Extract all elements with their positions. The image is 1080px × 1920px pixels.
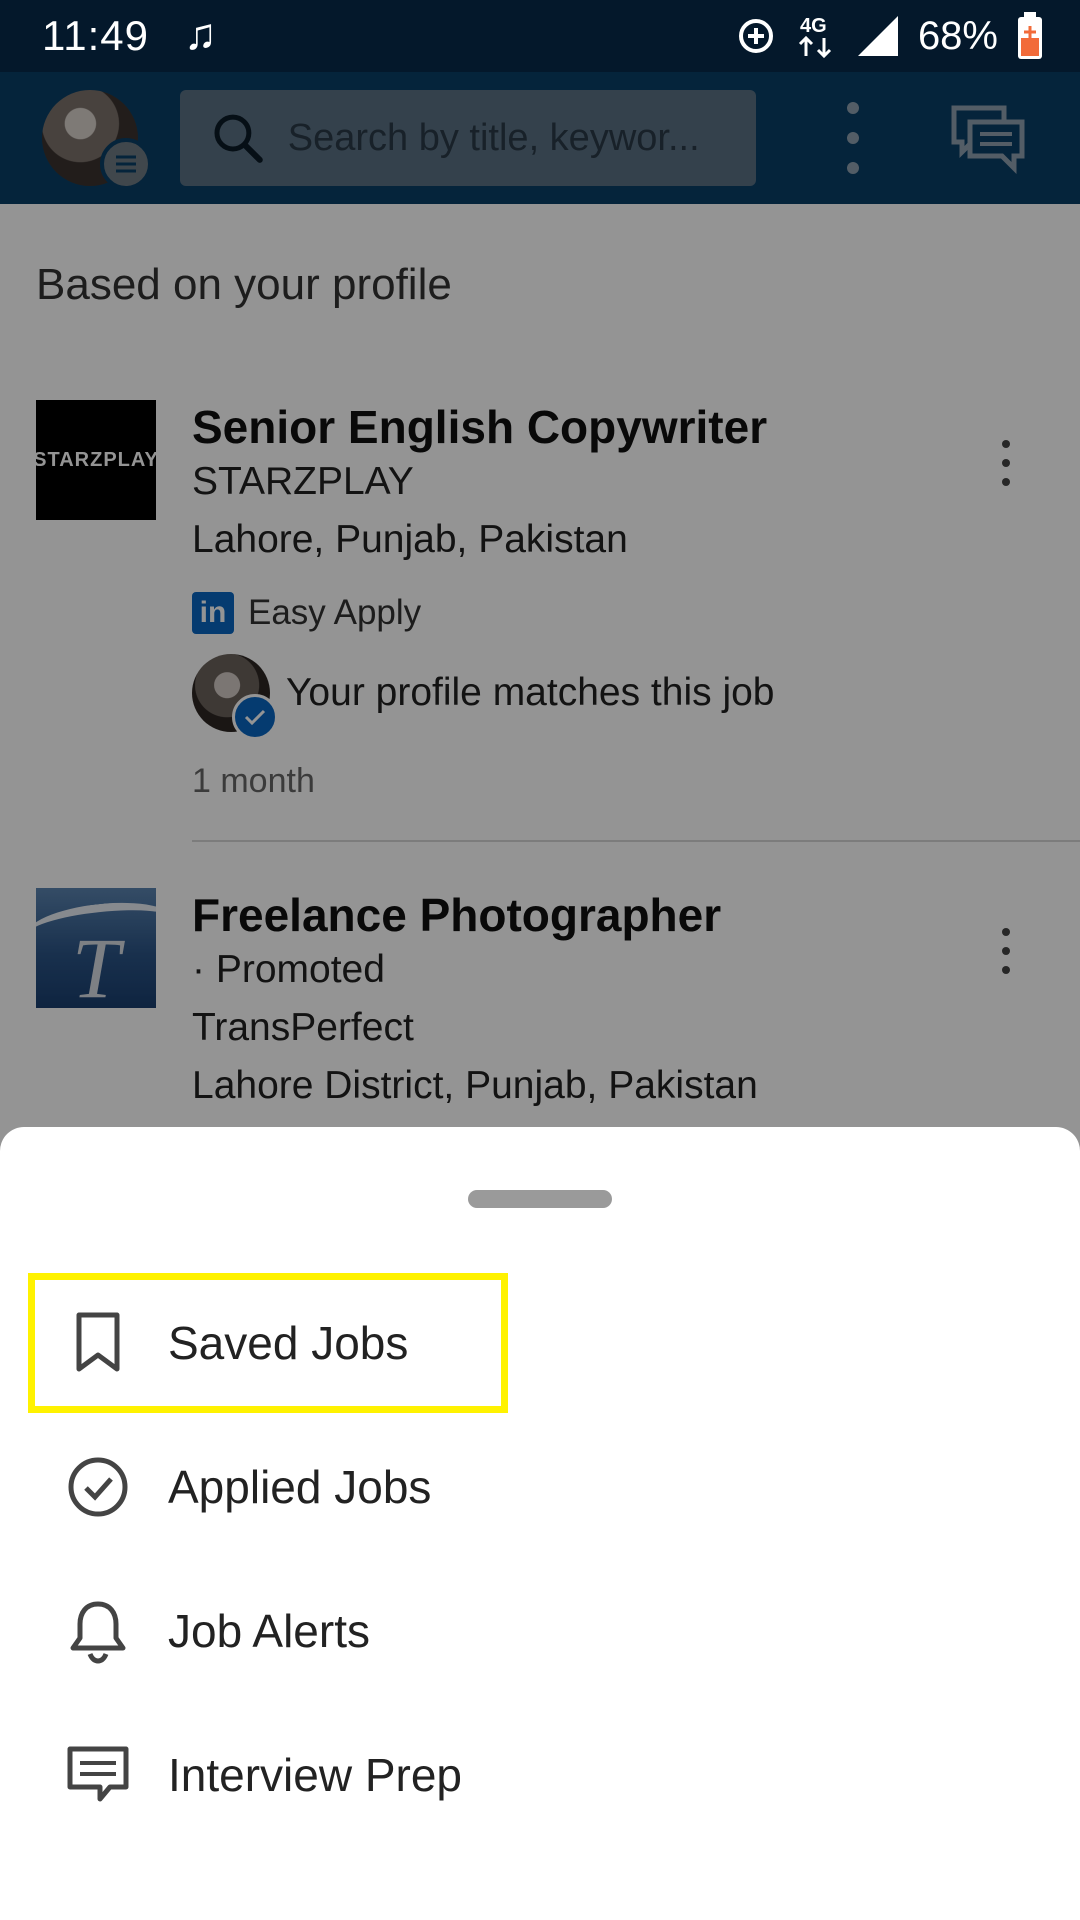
music-note-icon: ♫	[184, 10, 217, 59]
menu-item-saved-jobs[interactable]: Saved Jobs	[28, 1273, 508, 1413]
check-circle-icon	[68, 1457, 128, 1517]
battery-charging-icon	[1018, 12, 1042, 59]
svg-text:4G: 4G	[800, 15, 827, 37]
drag-handle[interactable]	[468, 1190, 612, 1208]
bookmark-icon	[76, 1312, 120, 1372]
menu-item-label: Job Alerts	[168, 1605, 370, 1657]
signal-icon	[857, 16, 898, 56]
menu-item-interview-prep[interactable]: Interview Prep	[28, 1705, 1052, 1845]
clock: 11:49	[42, 12, 149, 59]
menu-item-label: Interview Prep	[168, 1749, 463, 1801]
data-saver-icon	[738, 19, 773, 53]
bell-icon	[70, 1601, 126, 1664]
menu-item-label: Applied Jobs	[168, 1461, 432, 1513]
bottom-sheet: Saved Jobs Applied Jobs Job Alerts Inter…	[0, 1127, 1080, 1920]
menu-item-label: Saved Jobs	[168, 1317, 409, 1369]
status-bar: 11:49 ♫ 4G 68%	[0, 0, 1080, 72]
battery-percent: 68%	[917, 13, 998, 58]
status-icons: 4G 68%	[736, 10, 1044, 62]
network-4g-icon: 4G	[798, 15, 831, 59]
menu-item-job-alerts[interactable]: Job Alerts	[28, 1561, 1052, 1701]
chat-bubble-icon	[67, 1746, 129, 1802]
menu-item-applied-jobs[interactable]: Applied Jobs	[28, 1417, 1052, 1557]
